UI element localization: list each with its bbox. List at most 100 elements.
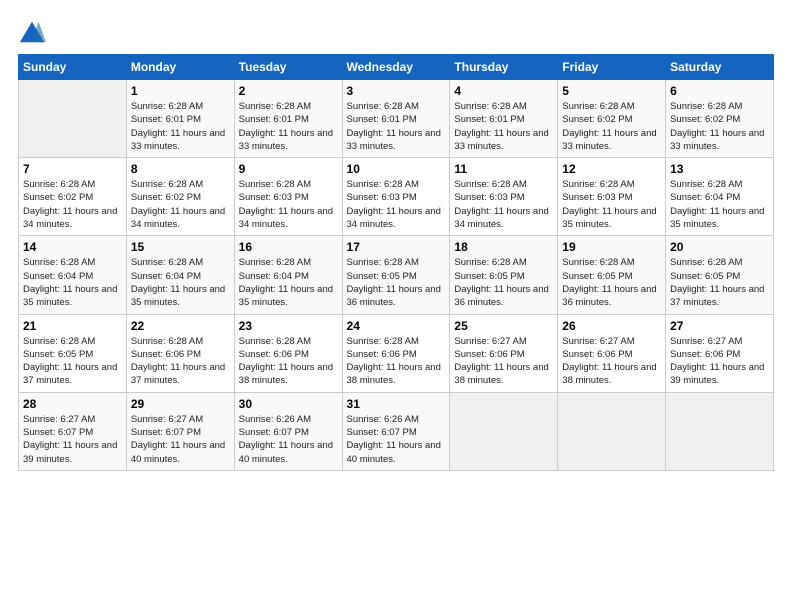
col-header-saturday: Saturday: [666, 55, 774, 80]
day-info: Sunrise: 6:28 AMSunset: 6:05 PMDaylight:…: [23, 335, 122, 388]
calendar-cell: 20Sunrise: 6:28 AMSunset: 6:05 PMDayligh…: [666, 236, 774, 314]
day-info: Sunrise: 6:28 AMSunset: 6:05 PMDaylight:…: [454, 256, 553, 309]
day-info: Sunrise: 6:28 AMSunset: 6:04 PMDaylight:…: [670, 178, 769, 231]
col-header-monday: Monday: [126, 55, 234, 80]
day-info: Sunrise: 6:28 AMSunset: 6:04 PMDaylight:…: [131, 256, 230, 309]
day-info: Sunrise: 6:28 AMSunset: 6:01 PMDaylight:…: [239, 100, 338, 153]
calendar-cell: 10 Sunrise: 6:28 AMSunset: 6:03 PMDayligh…: [342, 158, 450, 236]
day-number: 24: [347, 319, 446, 333]
day-number: 23: [239, 319, 338, 333]
calendar-cell: 23 Sunrise: 6:28 AMSunset: 6:06 PMDayligh…: [234, 314, 342, 392]
calendar-cell: [558, 392, 666, 470]
day-number: 6: [670, 84, 769, 98]
calendar-cell: 2 Sunrise: 6:28 AMSunset: 6:01 PMDaylight…: [234, 80, 342, 158]
day-number: 11: [454, 162, 553, 176]
calendar-cell: 13 Sunrise: 6:28 AMSunset: 6:04 PMDayligh…: [666, 158, 774, 236]
col-header-wednesday: Wednesday: [342, 55, 450, 80]
day-info: Sunrise: 6:27 AMSunset: 6:07 PMDaylight:…: [23, 413, 122, 466]
day-number: 7: [23, 162, 122, 176]
day-number: 5: [562, 84, 661, 98]
calendar-cell: 26 Sunrise: 6:27 AMSunset: 6:06 PMDayligh…: [558, 314, 666, 392]
day-info: Sunrise: 6:27 AMSunset: 6:06 PMDaylight:…: [562, 335, 661, 388]
day-info: Sunrise: 6:28 AMSunset: 6:06 PMDaylight:…: [131, 335, 230, 388]
calendar-cell: [450, 392, 558, 470]
calendar-week-1: 1 Sunrise: 6:28 AMSunset: 6:01 PMDaylight…: [19, 80, 774, 158]
day-number: 15: [131, 240, 230, 254]
calendar-cell: 21Sunrise: 6:28 AMSunset: 6:05 PMDayligh…: [19, 314, 127, 392]
day-info: Sunrise: 6:28 AMSunset: 6:02 PMDaylight:…: [670, 100, 769, 153]
day-info: Sunrise: 6:28 AMSunset: 6:04 PMDaylight:…: [239, 256, 338, 309]
calendar-cell: 19Sunrise: 6:28 AMSunset: 6:05 PMDayligh…: [558, 236, 666, 314]
day-info: Sunrise: 6:28 AMSunset: 6:03 PMDaylight:…: [454, 178, 553, 231]
day-number: 20: [670, 240, 769, 254]
header-row: SundayMondayTuesdayWednesdayThursdayFrid…: [19, 55, 774, 80]
col-header-friday: Friday: [558, 55, 666, 80]
day-info: Sunrise: 6:28 AMSunset: 6:03 PMDaylight:…: [239, 178, 338, 231]
calendar-cell: 5 Sunrise: 6:28 AMSunset: 6:02 PMDaylight…: [558, 80, 666, 158]
day-info: Sunrise: 6:28 AMSunset: 6:01 PMDaylight:…: [454, 100, 553, 153]
calendar-cell: 12Sunrise: 6:28 AMSunset: 6:03 PMDayligh…: [558, 158, 666, 236]
day-number: 28: [23, 397, 122, 411]
calendar-cell: 9 Sunrise: 6:28 AMSunset: 6:03 PMDaylight…: [234, 158, 342, 236]
logo: [18, 18, 48, 46]
day-info: Sunrise: 6:28 AMSunset: 6:04 PMDaylight:…: [23, 256, 122, 309]
calendar-week-5: 28 Sunrise: 6:27 AMSunset: 6:07 PMDayligh…: [19, 392, 774, 470]
day-number: 10: [347, 162, 446, 176]
day-info: Sunrise: 6:28 AMSunset: 6:01 PMDaylight:…: [131, 100, 230, 153]
day-number: 9: [239, 162, 338, 176]
day-info: Sunrise: 6:27 AMSunset: 6:07 PMDaylight:…: [131, 413, 230, 466]
col-header-sunday: Sunday: [19, 55, 127, 80]
calendar-cell: 3 Sunrise: 6:28 AMSunset: 6:01 PMDaylight…: [342, 80, 450, 158]
day-number: 12: [562, 162, 661, 176]
calendar-cell: 11 Sunrise: 6:28 AMSunset: 6:03 PMDayligh…: [450, 158, 558, 236]
calendar-cell: 1 Sunrise: 6:28 AMSunset: 6:01 PMDaylight…: [126, 80, 234, 158]
calendar-cell: 31 Sunrise: 6:26 AMSunset: 6:07 PMDayligh…: [342, 392, 450, 470]
header: [18, 18, 774, 46]
day-info: Sunrise: 6:27 AMSunset: 6:06 PMDaylight:…: [454, 335, 553, 388]
calendar-cell: 27 Sunrise: 6:27 AMSunset: 6:06 PMDayligh…: [666, 314, 774, 392]
day-number: 16: [239, 240, 338, 254]
logo-icon: [18, 18, 46, 46]
calendar-cell: 18 Sunrise: 6:28 AMSunset: 6:05 PMDayligh…: [450, 236, 558, 314]
day-info: Sunrise: 6:28 AMSunset: 6:02 PMDaylight:…: [562, 100, 661, 153]
col-header-tuesday: Tuesday: [234, 55, 342, 80]
day-info: Sunrise: 6:28 AMSunset: 6:03 PMDaylight:…: [347, 178, 446, 231]
calendar-cell: 6 Sunrise: 6:28 AMSunset: 6:02 PMDaylight…: [666, 80, 774, 158]
calendar-cell: 29 Sunrise: 6:27 AMSunset: 6:07 PMDayligh…: [126, 392, 234, 470]
day-info: Sunrise: 6:28 AMSunset: 6:02 PMDaylight:…: [131, 178, 230, 231]
day-number: 29: [131, 397, 230, 411]
day-number: 1: [131, 84, 230, 98]
day-number: 26: [562, 319, 661, 333]
calendar-cell: 15 Sunrise: 6:28 AMSunset: 6:04 PMDayligh…: [126, 236, 234, 314]
calendar-cell: 14Sunrise: 6:28 AMSunset: 6:04 PMDayligh…: [19, 236, 127, 314]
day-number: 13: [670, 162, 769, 176]
day-info: Sunrise: 6:28 AMSunset: 6:05 PMDaylight:…: [347, 256, 446, 309]
day-number: 8: [131, 162, 230, 176]
calendar-cell: 7Sunrise: 6:28 AMSunset: 6:02 PMDaylight…: [19, 158, 127, 236]
col-header-thursday: Thursday: [450, 55, 558, 80]
day-number: 25: [454, 319, 553, 333]
calendar-week-2: 7 Sunrise: 6:28 AMSunset: 6:02 PMDaylight…: [19, 158, 774, 236]
day-number: 22: [131, 319, 230, 333]
calendar-table: SundayMondayTuesdayWednesdayThursdayFrid…: [18, 54, 774, 471]
calendar-week-4: 21Sunrise: 6:28 AMSunset: 6:05 PMDayligh…: [19, 314, 774, 392]
day-number: 19: [562, 240, 661, 254]
calendar-cell: 4Sunrise: 6:28 AMSunset: 6:01 PMDaylight…: [450, 80, 558, 158]
calendar-cell: 17 Sunrise: 6:28 AMSunset: 6:05 PMDayligh…: [342, 236, 450, 314]
calendar-cell: 16 Sunrise: 6:28 AMSunset: 6:04 PMDayligh…: [234, 236, 342, 314]
calendar-cell: [666, 392, 774, 470]
day-number: 3: [347, 84, 446, 98]
day-info: Sunrise: 6:28 AMSunset: 6:06 PMDaylight:…: [239, 335, 338, 388]
day-number: 31: [347, 397, 446, 411]
calendar-cell: 24Sunrise: 6:28 AMSunset: 6:06 PMDayligh…: [342, 314, 450, 392]
day-info: Sunrise: 6:28 AMSunset: 6:01 PMDaylight:…: [347, 100, 446, 153]
day-info: Sunrise: 6:26 AMSunset: 6:07 PMDaylight:…: [347, 413, 446, 466]
day-info: Sunrise: 6:27 AMSunset: 6:06 PMDaylight:…: [670, 335, 769, 388]
calendar-cell: 8 Sunrise: 6:28 AMSunset: 6:02 PMDaylight…: [126, 158, 234, 236]
calendar-cell: 28 Sunrise: 6:27 AMSunset: 6:07 PMDayligh…: [19, 392, 127, 470]
day-number: 2: [239, 84, 338, 98]
day-number: 27: [670, 319, 769, 333]
day-number: 18: [454, 240, 553, 254]
day-number: 17: [347, 240, 446, 254]
calendar-cell: 25 Sunrise: 6:27 AMSunset: 6:06 PMDayligh…: [450, 314, 558, 392]
